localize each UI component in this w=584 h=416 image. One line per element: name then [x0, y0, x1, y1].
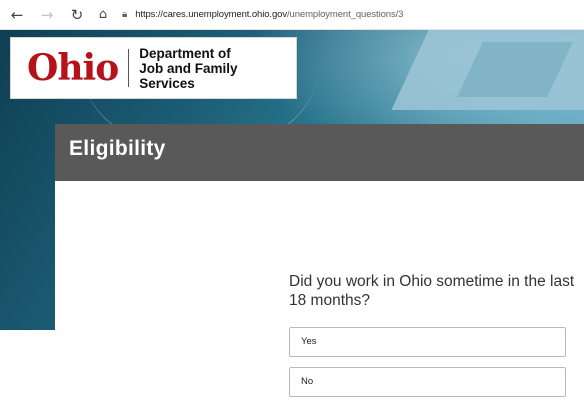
title-bar: Eligibility — [55, 124, 584, 181]
browser-toolbar: ← → ↻ ⌂ 🔒︎ https://cares.unemployment.oh… — [0, 0, 584, 30]
department-line-1: Department of — [139, 45, 231, 61]
eligibility-question: Did you work in Ohio sometime in the las… — [289, 273, 575, 309]
logo-divider — [128, 49, 130, 87]
back-arrow-icon[interactable]: ← — [6, 4, 28, 26]
ohio-wordmark: Ohio — [27, 47, 119, 89]
address-bar[interactable]: 🔒︎ https://cares.unemployment.ohio.gov/u… — [122, 9, 403, 20]
forward-arrow-icon[interactable]: → — [36, 4, 58, 26]
page-title: Eligibility — [69, 137, 166, 160]
department-line-2: Job and Family Services — [139, 60, 238, 91]
home-icon[interactable]: ⌂ — [92, 4, 114, 26]
page-info-icon[interactable]: 🔒︎ — [122, 9, 127, 20]
odjfs-logo[interactable]: Ohio Department of Job and Family Servic… — [10, 37, 297, 99]
main-content: Eligibility Did you work in Ohio sometim… — [55, 124, 584, 416]
answer-yes-button[interactable]: Yes — [289, 327, 566, 357]
url-path: /unemployment_questions/3 — [287, 9, 404, 20]
answer-no-button[interactable]: No — [289, 367, 566, 397]
url-host: https://cares.unemployment.ohio.gov — [135, 9, 287, 20]
refresh-icon[interactable]: ↻ — [66, 4, 88, 26]
department-name: Department of Job and Family Services — [139, 46, 296, 91]
